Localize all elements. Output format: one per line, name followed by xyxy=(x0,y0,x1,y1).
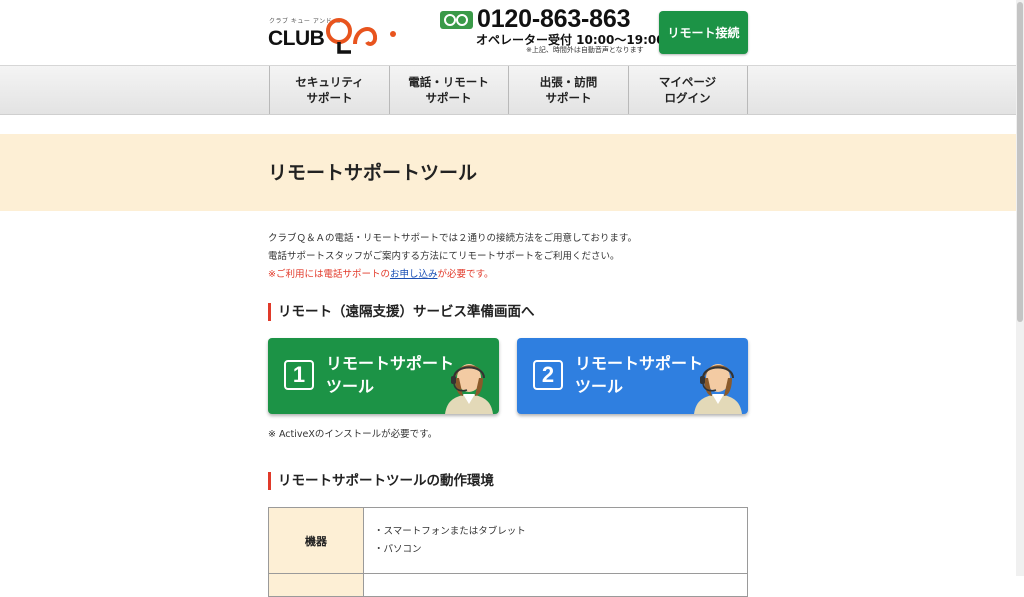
activex-note: ※ ActiveXのインストールが必要です。 xyxy=(268,429,438,440)
nav-item-label: マイページ xyxy=(658,75,717,89)
table-header-cell xyxy=(268,573,364,597)
freedial-icon xyxy=(440,11,473,29)
nav-item-mypage-login[interactable]: マイページ ログイン xyxy=(628,66,748,114)
notice-line: ※ご利用には電話サポートのお申し込みが必要です。 xyxy=(268,266,637,284)
phone-number[interactable]: 0120-863-863 xyxy=(477,5,630,34)
table-row xyxy=(268,573,748,597)
title-banner xyxy=(0,134,1024,211)
notice-suffix: が必要です。 xyxy=(437,269,494,280)
tool-label-line: ツール xyxy=(575,377,624,396)
tool-label: リモートサポート ツール xyxy=(326,352,454,398)
nav-item-label: 出張・訪問 xyxy=(539,75,598,89)
tool-label-line: リモートサポート xyxy=(575,354,704,373)
nav-item-label: セキュリティ xyxy=(295,75,364,89)
tool-number-badge: 1 xyxy=(284,360,314,390)
club-qa-logo[interactable]: クラブ キュー アンド エー CLUB xyxy=(268,12,403,54)
apply-link[interactable]: お申し込み xyxy=(390,269,438,280)
intro-line: 電話サポートスタッフがご案内する方法にてリモートサポートをご利用ください。 xyxy=(268,251,620,262)
intro-line: クラブＱ＆Ａの電話・リモートサポートでは２通りの接続方法をご用意しております。 xyxy=(268,233,637,244)
nav-item-label: 電話・リモート xyxy=(408,75,489,89)
tool-number-badge: 2 xyxy=(533,360,563,390)
remote-support-tool-2-button[interactable]: 2 リモートサポート ツール xyxy=(517,338,748,414)
remote-connect-button[interactable]: リモート接続 xyxy=(659,11,748,54)
environment-table: 機器 ・スマートフォンまたはタブレット ・パソコン xyxy=(268,507,748,597)
logo-text: CLUB xyxy=(268,27,325,50)
nav-item-label: ログイン xyxy=(664,91,711,105)
table-header-cell: 機器 xyxy=(268,507,364,574)
nav-item-security-support[interactable]: セキュリティ サポート xyxy=(269,66,390,114)
page-title: リモートサポートツール xyxy=(268,162,478,184)
tool-label: リモートサポート ツール xyxy=(575,352,703,398)
tool-label-line: リモートサポート xyxy=(326,354,455,373)
phone-note: ※上記、時間外は自動音声となります xyxy=(526,46,644,54)
intro-text: クラブＱ＆Ａの電話・リモートサポートでは２通りの接続方法をご用意しております。 … xyxy=(268,230,637,284)
scrollbar-thumb[interactable] xyxy=(1017,2,1023,322)
table-cell xyxy=(363,573,748,597)
nav-item-visit-support[interactable]: 出張・訪問 サポート xyxy=(509,66,629,114)
tool-label-line: ツール xyxy=(326,377,375,396)
nav-item-label: サポート xyxy=(545,91,592,105)
nav-item-label: サポート xyxy=(425,91,472,105)
qa-logo-mark xyxy=(326,18,396,54)
operator-icon xyxy=(445,364,493,414)
table-row: 機器 ・スマートフォンまたはタブレット ・パソコン xyxy=(268,507,748,574)
nav-item-phone-remote-support[interactable]: 電話・リモート サポート xyxy=(389,66,509,114)
remote-support-tool-1-button[interactable]: 1 リモートサポート ツール xyxy=(268,338,499,414)
table-cell: ・スマートフォンまたはタブレット ・パソコン xyxy=(363,507,748,574)
section-heading-remote-service: リモート（遠隔支援）サービス準備画面へ xyxy=(268,303,535,321)
list-item: ・パソコン xyxy=(374,543,422,555)
global-nav: セキュリティ サポート 電話・リモート サポート 出張・訪問 サポート マイペー… xyxy=(0,65,1024,115)
operator-icon xyxy=(694,364,742,414)
section-heading-environment: リモートサポートツールの動作環境 xyxy=(268,472,494,490)
notice-prefix: ※ご利用には電話サポートの xyxy=(268,269,390,280)
list-item: ・スマートフォンまたはタブレット xyxy=(374,525,526,537)
nav-item-label: サポート xyxy=(306,91,353,105)
